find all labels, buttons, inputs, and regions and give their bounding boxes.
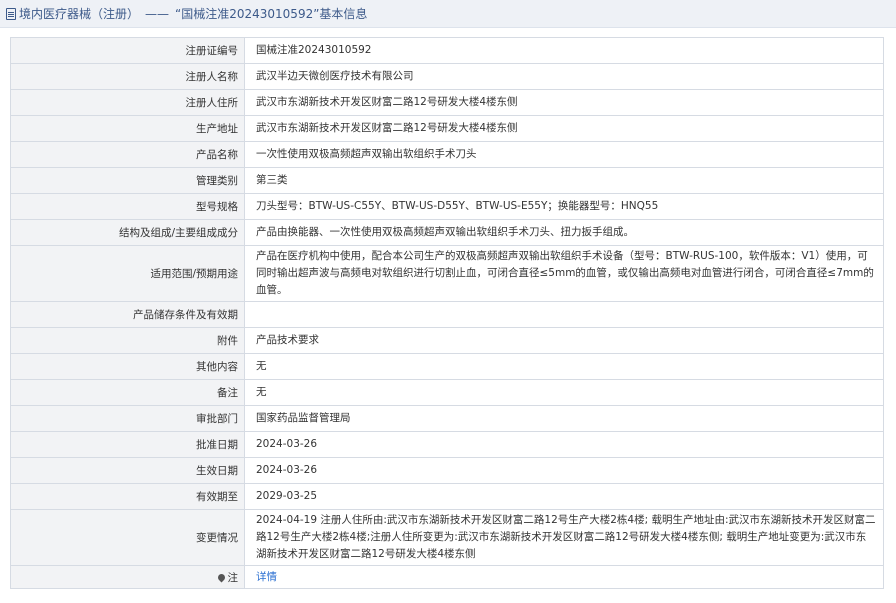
table-row: 其他内容 无: [10, 353, 884, 380]
field-value: 武汉半边天微创医疗技术有限公司: [244, 63, 884, 90]
field-label: 产品名称: [10, 141, 245, 168]
table-row: 附件 产品技术要求: [10, 327, 884, 354]
field-value: 武汉市东湖新技术开发区财富二路12号研发大楼4楼东侧: [244, 115, 884, 142]
table-row: 生产地址 武汉市东湖新技术开发区财富二路12号研发大楼4楼东侧: [10, 115, 884, 142]
table-row: 有效期至 2029-03-25: [10, 483, 884, 510]
field-value: 2024-03-26: [244, 457, 884, 484]
header-separator: ——: [145, 6, 170, 21]
field-value: 刀头型号：BTW-US-C55Y、BTW-US-D55Y、BTW-US-E55Y…: [244, 193, 884, 220]
details-link[interactable]: 详情: [256, 571, 277, 583]
field-value: 2024-04-19 注册人住所由:武汉市东湖新技术开发区财富二路12号生产大楼…: [244, 509, 884, 566]
field-value: 产品在医疗机构中使用，配合本公司生产的双极高频超声双输出软组织手术设备（型号：B…: [244, 245, 884, 302]
table-row: 注册人名称 武汉半边天微创医疗技术有限公司: [10, 63, 884, 90]
field-value: [244, 301, 884, 328]
table-row: 批准日期 2024-03-26: [10, 431, 884, 458]
note-row: 注 详情: [10, 565, 884, 589]
field-label: 有效期至: [10, 483, 245, 510]
field-value: 国械注准20243010592: [244, 37, 884, 64]
detail-table: 注册证编号 国械注准20243010592 注册人名称 武汉半边天微创医疗技术有…: [10, 37, 884, 589]
field-label: 其他内容: [10, 353, 245, 380]
field-label: 结构及组成/主要组成成分: [10, 219, 245, 246]
field-label: 产品储存条件及有效期: [10, 301, 245, 328]
field-label: 注册人名称: [10, 63, 245, 90]
field-value: 无: [244, 379, 884, 406]
table-row: 型号规格 刀头型号：BTW-US-C55Y、BTW-US-D55Y、BTW-US…: [10, 193, 884, 220]
table-row: 生效日期 2024-03-26: [10, 457, 884, 484]
field-value: 产品技术要求: [244, 327, 884, 354]
field-label: 附件: [10, 327, 245, 354]
field-label: 注册人住所: [10, 89, 245, 116]
field-label: 适用范围/预期用途: [10, 245, 245, 302]
table-row: 结构及组成/主要组成成分 产品由换能器、一次性使用双极高频超声双输出软组织手术刀…: [10, 219, 884, 246]
table-row: 适用范围/预期用途 产品在医疗机构中使用，配合本公司生产的双极高频超声双输出软组…: [10, 245, 884, 302]
field-label: 管理类别: [10, 167, 245, 194]
pin-icon: [216, 572, 226, 583]
table-row: 变更情况 2024-04-19 注册人住所由:武汉市东湖新技术开发区财富二路12…: [10, 509, 884, 566]
page-header: 境内医疗器械（注册） —— “国械注准20243010592”基本信息: [0, 0, 896, 28]
field-value: 2029-03-25: [244, 483, 884, 510]
table-row: 产品名称 一次性使用双极高频超声双输出软组织手术刀头: [10, 141, 884, 168]
field-value: 武汉市东湖新技术开发区财富二路12号研发大楼4楼东侧: [244, 89, 884, 116]
field-label: 生产地址: [10, 115, 245, 142]
field-value: 国家药品监督管理局: [244, 405, 884, 432]
table-row: 注册人住所 武汉市东湖新技术开发区财富二路12号研发大楼4楼东侧: [10, 89, 884, 116]
field-label: 变更情况: [10, 509, 245, 566]
table-row: 产品储存条件及有效期: [10, 301, 884, 328]
field-value: 产品由换能器、一次性使用双极高频超声双输出软组织手术刀头、扭力扳手组成。: [244, 219, 884, 246]
table-row: 注册证编号 国械注准20243010592: [10, 37, 884, 64]
field-label: 批准日期: [10, 431, 245, 458]
field-label: 型号规格: [10, 193, 245, 220]
field-label: 审批部门: [10, 405, 245, 432]
field-label: 注册证编号: [10, 37, 245, 64]
table-row: 审批部门 国家药品监督管理局: [10, 405, 884, 432]
field-value: 2024-03-26: [244, 431, 884, 458]
breadcrumb[interactable]: 境内医疗器械（注册）: [19, 5, 139, 22]
field-value: 一次性使用双极高频超声双输出软组织手术刀头: [244, 141, 884, 168]
note-label: 注: [227, 571, 239, 584]
field-label: 生效日期: [10, 457, 245, 484]
table-row: 管理类别 第三类: [10, 167, 884, 194]
field-value: 无: [244, 353, 884, 380]
note-label-cell: 注: [10, 565, 245, 589]
note-value-cell: 详情: [244, 565, 884, 589]
table-row: 备注 无: [10, 379, 884, 406]
page-title: “国械注准20243010592”基本信息: [175, 7, 368, 21]
field-label: 备注: [10, 379, 245, 406]
document-icon: [6, 7, 16, 20]
field-value: 第三类: [244, 167, 884, 194]
